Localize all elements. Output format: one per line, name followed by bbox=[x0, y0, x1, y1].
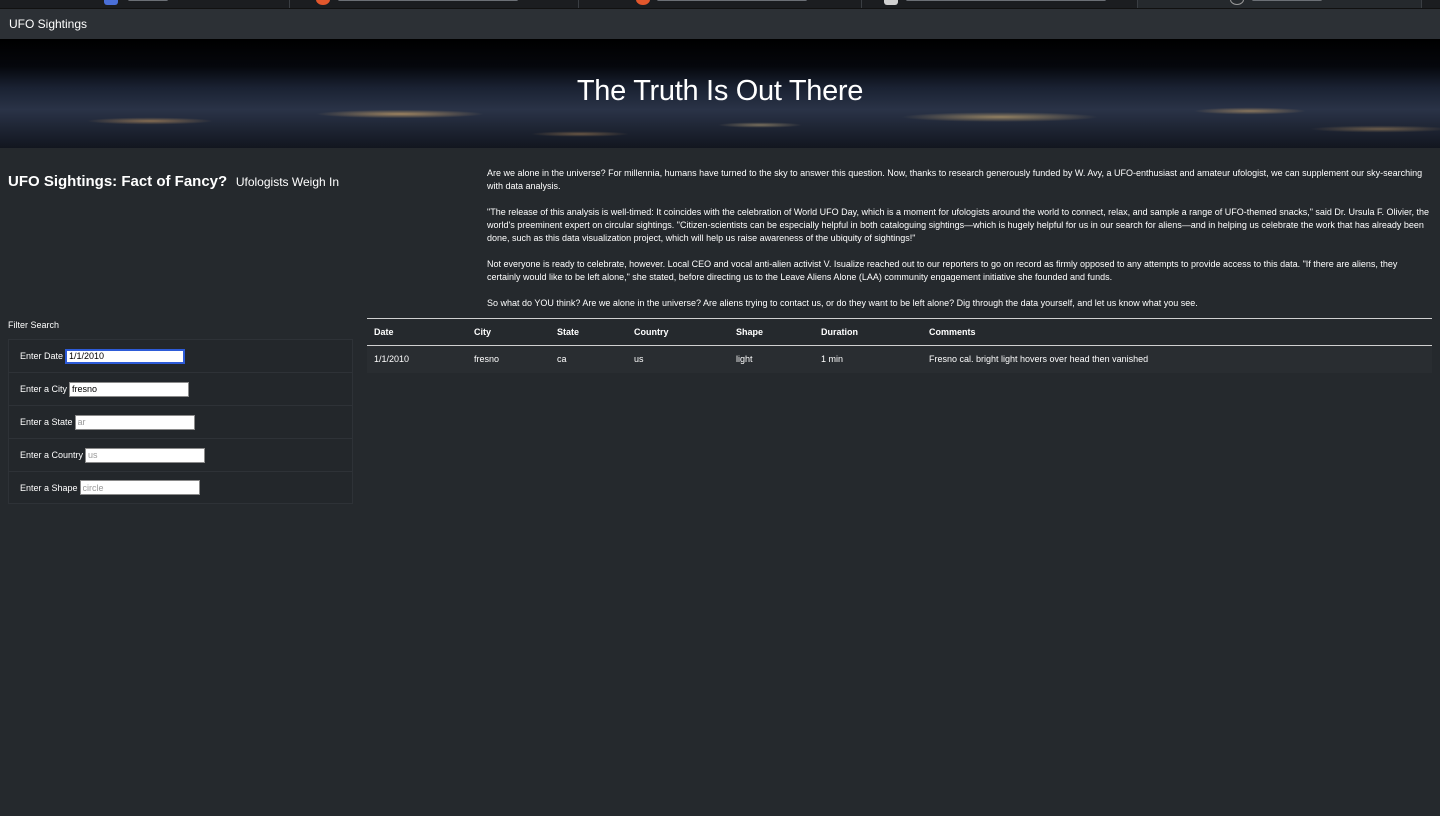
article-paragraph: Are we alone in the universe? For millen… bbox=[487, 168, 1423, 191]
article-paragraph: "The release of this analysis is well-ti… bbox=[487, 207, 1429, 243]
navbar-brand-link[interactable]: UFO Sightings bbox=[9, 17, 87, 31]
page-headline: UFO Sightings: Fact of Fancy? Ufologists… bbox=[8, 165, 339, 193]
hero-banner: The Truth Is Out There bbox=[0, 39, 1440, 148]
browser-tab[interactable] bbox=[0, 0, 290, 8]
table-body: 1/1/2010 fresno ca us light 1 min Fresno… bbox=[367, 345, 1432, 373]
navbar: UFO Sightings bbox=[0, 9, 1440, 39]
filter-list: Enter Date Enter a City Enter a State En… bbox=[8, 339, 353, 504]
tab-favicon-icon bbox=[104, 0, 118, 5]
table-header: Date City State Country Shape Duration C… bbox=[367, 318, 1432, 346]
tab-favicon-icon bbox=[316, 0, 330, 5]
filter-item-date: Enter Date bbox=[8, 339, 353, 372]
browser-tab[interactable] bbox=[290, 0, 579, 8]
cell-shape: light bbox=[729, 345, 814, 373]
cell-date: 1/1/2010 bbox=[367, 345, 467, 373]
cell-state: ca bbox=[550, 345, 627, 373]
article-paragraph: So what do YOU think? Are we alone in th… bbox=[487, 298, 1198, 308]
cell-city: fresno bbox=[467, 345, 550, 373]
column-header-city: City bbox=[467, 318, 550, 346]
headline-main: UFO Sightings: Fact of Fancy? bbox=[8, 173, 228, 190]
column-header-comments: Comments bbox=[922, 318, 1432, 346]
tab-favicon-icon bbox=[1230, 0, 1244, 5]
state-input[interactable] bbox=[74, 414, 195, 430]
tab-label bbox=[1252, 0, 1322, 1]
article-paragraph: Not everyone is ready to celebrate, howe… bbox=[487, 259, 1398, 282]
article-body: Are we alone in the universe? For millen… bbox=[487, 167, 1431, 323]
column-header-date: Date bbox=[367, 318, 467, 346]
cell-comments: Fresno cal. bright light hovers over hea… bbox=[922, 345, 1432, 373]
table-header-row: Date City State Country Shape Duration C… bbox=[367, 318, 1432, 346]
filter-item-shape: Enter a Shape bbox=[8, 471, 353, 504]
shape-input[interactable] bbox=[79, 480, 200, 495]
cell-duration: 1 min bbox=[814, 345, 922, 373]
column-header-shape: Shape bbox=[729, 318, 814, 346]
tab-label bbox=[906, 0, 1106, 1]
ufo-table: Date City State Country Shape Duration C… bbox=[367, 318, 1432, 373]
filter-item-country: Enter a Country bbox=[8, 438, 353, 471]
table-row: 1/1/2010 fresno ca us light 1 min Fresno… bbox=[367, 345, 1432, 373]
cell-country: us bbox=[627, 345, 729, 373]
filter-item-city: Enter a City bbox=[8, 372, 353, 405]
browser-tab-strip bbox=[0, 0, 1440, 9]
country-label: Enter a Country bbox=[20, 450, 84, 460]
hero-title: The Truth Is Out There bbox=[576, 75, 864, 107]
tab-favicon-icon bbox=[884, 0, 898, 5]
date-input[interactable] bbox=[65, 348, 186, 364]
city-label: Enter a City bbox=[20, 384, 68, 394]
column-header-state: State bbox=[550, 318, 627, 346]
tab-favicon-icon bbox=[636, 0, 650, 5]
tab-label bbox=[128, 0, 168, 1]
filter-search-title: Filter Search bbox=[8, 320, 60, 330]
filter-item-state: Enter a State bbox=[8, 405, 353, 438]
browser-tab-active[interactable] bbox=[1138, 0, 1422, 8]
date-label: Enter Date bbox=[20, 351, 64, 361]
browser-tab[interactable] bbox=[579, 0, 862, 8]
shape-label: Enter a Shape bbox=[20, 482, 78, 493]
state-label: Enter a State bbox=[20, 417, 73, 427]
city-input[interactable] bbox=[69, 381, 190, 397]
tab-label bbox=[657, 0, 807, 1]
headline-subtitle: Ufologists Weigh In bbox=[235, 175, 340, 189]
browser-tab[interactable] bbox=[862, 0, 1138, 8]
column-header-country: Country bbox=[627, 318, 729, 346]
tab-label bbox=[338, 0, 518, 1]
country-input[interactable] bbox=[85, 447, 206, 463]
column-header-duration: Duration bbox=[814, 318, 922, 346]
